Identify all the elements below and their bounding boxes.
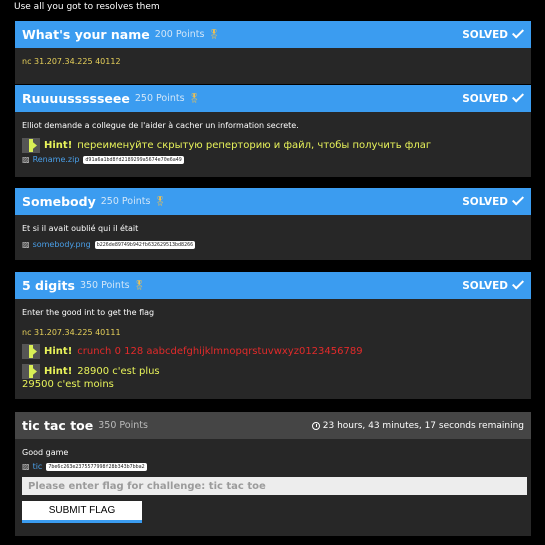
challenge-points: 350 Points xyxy=(98,420,148,431)
hint-extra-text: 29500 c'est moins xyxy=(22,379,114,390)
hint-text: crunch 0 128 aabcdefghijklmnopqrstuvwxyz… xyxy=(77,346,363,357)
challenge-description: Enter the good int to get the flag xyxy=(22,308,155,317)
hint-label: Hint! xyxy=(44,366,73,377)
intro-text: Use all you got to resolves them xyxy=(14,2,160,12)
netcat-command: nc 31.207.34.225 40112 xyxy=(22,57,121,66)
challenge-card-tic-tac-toe: tic tac toe 350 Points 23 hours, 43 minu… xyxy=(15,412,531,536)
check-icon xyxy=(511,26,525,39)
challenge-title: 5 digits xyxy=(22,278,75,293)
file-hash: b226de89749b942fb632629513bd8266 xyxy=(94,240,196,249)
challenge-header[interactable]: Somebody 250 Points 🎖 SOLVED xyxy=(15,188,531,215)
check-icon xyxy=(511,90,525,103)
file-icon: ▨ xyxy=(22,155,30,164)
hint-label: Hint! xyxy=(44,346,73,357)
solved-status: SOLVED xyxy=(462,26,525,41)
challenge-title: tic tac toe xyxy=(22,418,94,433)
challenge-description: Good game xyxy=(22,448,69,457)
time-remaining: 23 hours, 43 minutes, 17 seconds remaini… xyxy=(311,421,524,431)
hint-arrow-icon xyxy=(22,364,40,379)
clock-icon xyxy=(311,421,320,430)
check-icon xyxy=(511,193,525,206)
challenge-body: Et si il avait oublié qui il était ▨ som… xyxy=(15,215,531,257)
challenge-points: 250 Points xyxy=(134,93,185,104)
challenge-title: Somebody xyxy=(22,194,96,209)
challenge-points: 250 Points xyxy=(100,196,151,207)
challenge-body: nc 31.207.34.225 40112 xyxy=(15,48,531,76)
challenge-description: Elliot demande a collegue de l'aider à c… xyxy=(22,121,299,130)
file-icon: ▨ xyxy=(22,462,30,471)
challenge-body: Good game ▨ tic 7be6c263e2375577998f28b3… xyxy=(15,439,531,531)
flag-input[interactable] xyxy=(22,477,527,495)
file-hash: d91a6a1bd8fd2189299a5674e70e6a49 xyxy=(83,155,184,164)
file-attachment: ▨ Rename.zip d91a6a1bd8fd2189299a5674e70… xyxy=(22,155,524,164)
challenge-points: 200 Points xyxy=(154,29,205,40)
hint-text: переименуйте скрытую реперторию и файл, … xyxy=(77,140,432,151)
challenge-body: Enter the good int to get the flag nc 31… xyxy=(15,299,531,398)
medal-icon: 🎖 xyxy=(208,29,220,40)
hint-text: 28900 c'est plus xyxy=(77,366,160,377)
challenge-card-5-digits: 5 digits 350 Points 🎖 SOLVED Enter the g… xyxy=(15,272,531,399)
hint: Hint! переименуйте скрытую реперторию и … xyxy=(22,138,524,153)
file-hash: 7be6c263e2375577998f28b343b7bba2 xyxy=(46,462,147,471)
challenge-description: Et si il avait oublié qui il était xyxy=(22,224,139,233)
challenge-points: 350 Points xyxy=(79,280,130,291)
medal-icon: 🎖 xyxy=(188,93,200,104)
submit-flag-button[interactable]: SUBMIT FLAG xyxy=(22,501,142,523)
file-link[interactable]: tic xyxy=(33,462,43,471)
challenge-header[interactable]: tic tac toe 350 Points 23 hours, 43 minu… xyxy=(15,412,531,439)
file-attachment: ▨ somebody.png b226de89749b942fb63262951… xyxy=(22,240,524,249)
challenge-card-somebody: Somebody 250 Points 🎖 SOLVED Et si il av… xyxy=(15,188,531,260)
netcat-command: nc 31.207.34.225 40111 xyxy=(22,328,121,337)
challenge-body: Elliot demande a collegue de l'aider à c… xyxy=(15,112,531,172)
solved-status: SOLVED xyxy=(462,90,525,105)
solved-status: SOLVED xyxy=(462,193,525,208)
file-link[interactable]: Rename.zip xyxy=(33,155,80,164)
challenge-title: What's your name xyxy=(22,27,150,42)
medal-icon: 🎖 xyxy=(154,196,166,207)
challenge-card-whats-your-name: What's your name 200 Points 🎖 SOLVED nc … xyxy=(15,21,531,84)
challenge-header[interactable]: What's your name 200 Points 🎖 SOLVED xyxy=(15,21,531,48)
solved-status: SOLVED xyxy=(462,277,525,292)
hint-arrow-icon xyxy=(22,344,40,359)
hint: Hint! 28900 c'est plus xyxy=(22,364,524,379)
hint: Hint! crunch 0 128 aabcdefghijklmnopqrst… xyxy=(22,344,524,359)
challenge-card-ruuuussssseee: Ruuuussssseee 250 Points 🎖 SOLVED Elliot… xyxy=(15,85,531,177)
check-icon xyxy=(511,277,525,290)
file-link[interactable]: somebody.png xyxy=(33,240,91,249)
medal-icon: 🎖 xyxy=(133,280,146,291)
file-attachment: ▨ tic 7be6c263e2375577998f28b343b7bba2 xyxy=(22,462,524,471)
challenge-header[interactable]: Ruuuussssseee 250 Points 🎖 SOLVED xyxy=(15,85,531,112)
challenge-header[interactable]: 5 digits 350 Points 🎖 SOLVED xyxy=(15,272,531,299)
challenge-title: Ruuuussssseee xyxy=(22,91,130,106)
file-icon: ▨ xyxy=(22,240,30,249)
hint-label: Hint! xyxy=(44,140,73,151)
hint-arrow-icon xyxy=(22,138,40,153)
